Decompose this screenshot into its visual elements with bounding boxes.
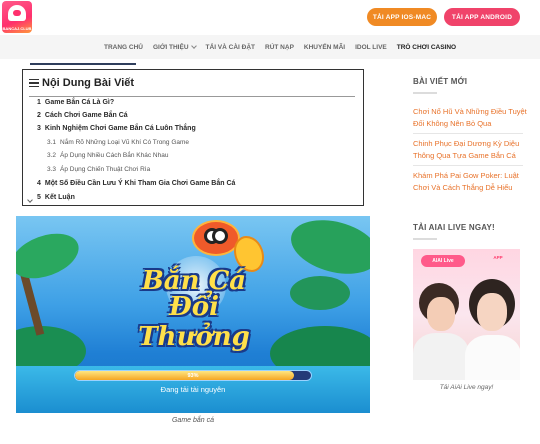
toc-link[interactable]: 3.2 Áp Dụng Nhiều Cách Bắn Khác Nhau <box>47 152 168 159</box>
nav-item[interactable]: GIỚI THIỆU <box>153 43 197 51</box>
nav-item[interactable]: TRANG CHỦ <box>104 44 143 51</box>
model-body <box>465 335 520 380</box>
toc-link[interactable]: 3.1 Nắm Rõ Những Loại Vũ Khí Có Trong Gam… <box>47 139 189 146</box>
toc-link[interactable]: 2 Cách Chơi Game Bắn Cá <box>37 112 128 119</box>
toc-link[interactable]: 3 Kinh Nghiệm Chơi Game Bắn Cá Luôn Thắng <box>37 125 196 132</box>
heading-underline <box>413 238 437 240</box>
table-of-contents: Nội Dung Bài Viết 1 Game Bắn Cá Là Gì? 2 Cá… <box>22 69 364 206</box>
toc-link[interactable]: 1 Game Bắn Cá Là Gì? <box>37 99 114 106</box>
nav-item-label: RÚT NẠP <box>265 43 294 51</box>
nav-item[interactable]: IDOL LIVE <box>355 44 387 51</box>
toc-number: 3.1 <box>47 139 57 146</box>
foliage-right <box>290 276 350 310</box>
toc-header[interactable]: Nội Dung Bài Viết <box>29 77 134 89</box>
toc-number: 3 <box>37 125 41 132</box>
toc-number: 3.3 <box>47 166 57 173</box>
toc-number: 2 <box>37 112 41 119</box>
nav-item[interactable]: TRÒ CHƠI CASINO <box>397 44 456 51</box>
toc-text: Một Số Điều Cần Lưu Ý Khi Tham Gia Chơi … <box>44 180 236 187</box>
loading-progress-label: 93% <box>187 372 199 379</box>
nav-item-label: GIỚI THIỆU <box>153 43 189 51</box>
download-ios-button[interactable]: TẢI APP IOS-MAC <box>367 8 437 26</box>
toc-text: Kết Luận <box>44 194 75 201</box>
hero-image: Bắn Cá Đổi Thưởng 93% Đang tải tài nguyê… <box>16 216 370 413</box>
logo-mark-icon <box>8 5 26 21</box>
toc-number: 1 <box>37 99 41 106</box>
toc-number: 3.2 <box>47 152 57 159</box>
palm-leaf-left <box>16 225 85 287</box>
toc-text: Kinh Nghiệm Chơi Game Bắn Cá Luôn Thắng <box>44 125 196 132</box>
download-heading: TẢI AIAI LIVE NGAY! <box>413 223 495 232</box>
nav-item[interactable]: TẢI VÀ CÀI ĐẶT <box>206 44 255 51</box>
nav-item-label: TRANG CHỦ <box>104 43 143 51</box>
post-divider <box>413 133 523 134</box>
nav-item-label: TRÒ CHƠI CASINO <box>396 43 457 51</box>
heading-underline <box>413 92 437 94</box>
aiai-logo-sub: APP <box>493 255 503 260</box>
toc-number: 5 <box>37 194 41 201</box>
toc-text: Áp Dụng Nhiều Cách Bắn Khác Nhau <box>60 152 169 159</box>
nav-underline <box>30 63 136 65</box>
toc-link[interactable]: 3.3 Áp Dụng Chiến Thuật Chơi Rìa <box>47 166 150 173</box>
nav-item-label: KHUYẾN MÃI <box>303 43 346 51</box>
post-divider <box>413 165 523 166</box>
download-android-button[interactable]: TẢI APP ANDROID <box>444 8 520 26</box>
list-icon <box>29 78 39 88</box>
aiai-live-promo-image[interactable]: AIAI Live APP <box>413 249 520 380</box>
crab-icon <box>192 220 240 256</box>
toc-text: Áp Dụng Chiến Thuật Chơi Rìa <box>60 166 151 173</box>
toc-text: Nắm Rõ Những Loại Vũ Khí Có Trong Game <box>60 139 190 146</box>
toc-link[interactable]: 4 Một Số Điều Cần Lưu Ý Khi Tham Gia Chơi… <box>37 180 235 187</box>
nav-item[interactable]: KHUYẾN MÃI <box>304 44 345 51</box>
chevron-down-icon[interactable] <box>27 197 33 203</box>
palm-leaf-right <box>285 216 370 283</box>
logo-text: BANCAJ.CLUB <box>2 26 32 31</box>
nav-item[interactable]: RÚT NẠP <box>265 44 294 51</box>
recent-post-link[interactable]: Chinh Phục Đại Dương Kỳ Diệu Thông Qua T… <box>413 138 533 162</box>
toc-title: Nội Dung Bài Viết <box>42 77 135 89</box>
promo-caption: Tải AiAi Live ngay! <box>439 384 494 391</box>
recent-posts-heading: BÀI VIẾT MỚI <box>413 77 468 86</box>
nav-item-label: IDOL LIVE <box>355 43 387 51</box>
loading-text: Đang tải tài nguyên <box>160 385 226 394</box>
aiai-logo: AIAI Live <box>421 255 465 267</box>
model-body <box>413 333 469 380</box>
site-header: BANCAJ.CLUB TẢI APP IOS-MAC TẢI APP ANDR… <box>0 0 540 35</box>
recent-post-link[interactable]: Chơi Nổ Hũ Và Những Điều Tuyệt Đối Không… <box>413 106 533 130</box>
hero-caption: Game bắn cá <box>171 417 215 424</box>
model-face <box>477 293 507 331</box>
toc-link[interactable]: 5 Kết Luận <box>37 194 75 201</box>
game-title: Bắn Cá Đổi Thưởng <box>114 266 274 352</box>
loading-progress-bar: 93% <box>74 370 312 381</box>
recent-post-link[interactable]: Khám Phá Pai Gow Poker: Luật Chơi Và Các… <box>413 170 533 194</box>
nav-list: TRANG CHỦ GIỚI THIỆU TẢI VÀ CÀI ĐẶT RÚT NẠP… <box>104 35 456 59</box>
chevron-down-icon <box>190 43 197 49</box>
toc-number: 4 <box>37 180 41 187</box>
toc-divider <box>29 96 355 97</box>
toc-text: Cách Chơi Game Bắn Cá <box>44 112 128 119</box>
game-title-line2: Đổi Thưởng <box>138 292 250 352</box>
site-logo[interactable]: BANCAJ.CLUB <box>2 1 32 33</box>
main-nav: TRANG CHỦ GIỚI THIỆU TẢI VÀ CÀI ĐẶT RÚT NẠP… <box>0 35 540 59</box>
model-face <box>427 297 455 331</box>
toc-text: Game Bắn Cá Là Gì? <box>44 99 115 106</box>
nav-item-label: TẢI VÀ CÀI ĐẶT <box>205 43 256 51</box>
